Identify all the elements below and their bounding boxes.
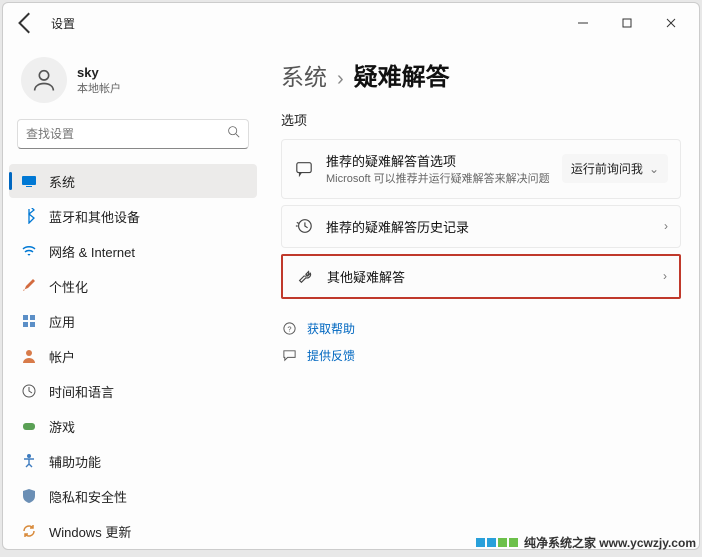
wifi-icon [21, 243, 37, 259]
section-label: 选项 [281, 110, 681, 129]
back-button[interactable] [13, 10, 39, 36]
chat-icon [294, 160, 314, 178]
bluetooth-icon [21, 208, 37, 224]
nav-label: 隐私和安全性 [49, 487, 127, 506]
watermark-logo [476, 538, 518, 547]
search-input[interactable] [26, 127, 227, 141]
apps-icon [21, 313, 37, 329]
user-icon [21, 348, 37, 364]
sidebar-item-bluetooth[interactable]: 蓝牙和其他设备 [9, 199, 257, 233]
close-button[interactable] [649, 8, 693, 38]
wrench-icon [295, 267, 315, 285]
sidebar-item-gaming[interactable]: 游戏 [9, 409, 257, 443]
sidebar: sky 本地帐户 系统 蓝牙和其他设备 [3, 43, 263, 549]
get-help-link[interactable]: ? 获取帮助 [281, 315, 681, 342]
card-title: 推荐的疑难解答首选项 [326, 151, 550, 170]
history-icon [294, 217, 314, 235]
sidebar-item-accessibility[interactable]: 辅助功能 [9, 444, 257, 478]
search-icon [227, 125, 240, 143]
nav-label: Windows 更新 [49, 522, 131, 541]
user-name: sky [77, 65, 121, 80]
card-recommended-history[interactable]: 推荐的疑难解答历史记录 › [281, 205, 681, 248]
dropdown-label: 运行前询问我 [571, 160, 643, 177]
window-title: 设置 [51, 15, 75, 32]
user-profile[interactable]: sky 本地帐户 [3, 51, 263, 119]
game-icon [21, 418, 37, 434]
dropdown-ask-before-run[interactable]: 运行前询问我 ⌄ [562, 154, 668, 183]
main-content: 系统 › 疑难解答 选项 推荐的疑难解答首选项 Microsoft 可以推荐并运… [263, 43, 699, 549]
link-label: 获取帮助 [307, 320, 355, 337]
sidebar-item-network[interactable]: 网络 & Internet [9, 234, 257, 268]
sidebar-item-personalization[interactable]: 个性化 [9, 269, 257, 303]
card-other-troubleshooters[interactable]: 其他疑难解答 › [281, 254, 681, 299]
breadcrumb: 系统 › 疑难解答 [281, 57, 681, 92]
breadcrumb-separator: › [337, 68, 344, 91]
feedback-icon [281, 348, 297, 363]
breadcrumb-current: 疑难解答 [354, 57, 450, 92]
watermark: 纯净系统之家 www.ycwzjy.com [476, 534, 696, 551]
accessibility-icon [21, 453, 37, 469]
breadcrumb-parent[interactable]: 系统 [281, 58, 327, 92]
nav-label: 个性化 [49, 277, 88, 296]
nav-label: 时间和语言 [49, 382, 114, 401]
sidebar-item-privacy[interactable]: 隐私和安全性 [9, 479, 257, 513]
brush-icon [21, 278, 37, 294]
titlebar: 设置 [3, 3, 699, 43]
card-recommended-pref[interactable]: 推荐的疑难解答首选项 Microsoft 可以推荐并运行疑难解答来解决问题 运行… [281, 139, 681, 199]
sidebar-item-apps[interactable]: 应用 [9, 304, 257, 338]
sidebar-item-time-language[interactable]: 时间和语言 [9, 374, 257, 408]
settings-window: 设置 sky 本地帐户 [2, 2, 700, 550]
nav-label: 应用 [49, 312, 75, 331]
nav-label: 系统 [49, 172, 75, 191]
nav-label: 帐户 [49, 347, 75, 366]
minimize-button[interactable] [561, 8, 605, 38]
give-feedback-link[interactable]: 提供反馈 [281, 342, 681, 369]
card-title: 其他疑难解答 [327, 267, 651, 286]
nav-list: 系统 蓝牙和其他设备 网络 & Internet 个性化 应用 [3, 159, 263, 549]
sidebar-item-system[interactable]: 系统 [9, 164, 257, 198]
system-icon [21, 173, 37, 189]
clock-icon [21, 383, 37, 399]
window-controls [561, 8, 693, 38]
sidebar-item-windows-update[interactable]: Windows 更新 [9, 514, 257, 548]
maximize-button[interactable] [605, 8, 649, 38]
avatar [21, 57, 67, 103]
chevron-right-icon: › [663, 269, 667, 283]
card-subtitle: Microsoft 可以推荐并运行疑难解答来解决问题 [326, 172, 550, 187]
help-icon: ? [281, 321, 297, 336]
user-account-type: 本地帐户 [77, 80, 121, 96]
sidebar-item-accounts[interactable]: 帐户 [9, 339, 257, 373]
watermark-text: 纯净系统之家 www.ycwzjy.com [524, 534, 696, 551]
chevron-down-icon: ⌄ [649, 162, 659, 176]
chevron-right-icon: › [664, 219, 668, 233]
card-title: 推荐的疑难解答历史记录 [326, 217, 652, 236]
nav-label: 游戏 [49, 417, 75, 436]
nav-label: 蓝牙和其他设备 [49, 207, 140, 226]
search-input-container[interactable] [17, 119, 249, 149]
nav-label: 辅助功能 [49, 452, 101, 471]
update-icon [21, 523, 37, 539]
shield-icon [21, 488, 37, 504]
link-label: 提供反馈 [307, 347, 355, 364]
nav-label: 网络 & Internet [49, 242, 135, 261]
svg-text:?: ? [287, 324, 291, 333]
